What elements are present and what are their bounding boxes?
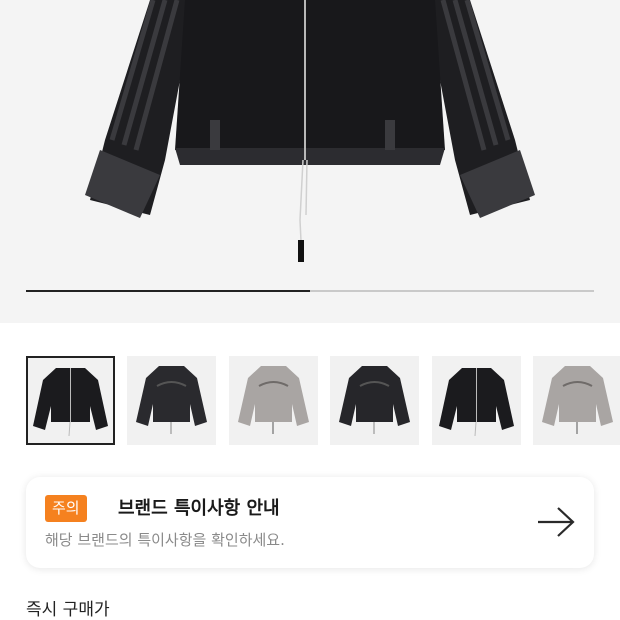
jacket-velour-black-front-icon <box>439 368 514 437</box>
jacket-black-back-icon <box>136 366 207 434</box>
thumbnail-strip <box>0 356 620 445</box>
notice-description: 해당 브랜드의 특이사항을 확인하세요. <box>45 531 285 549</box>
arrow-right-icon <box>538 507 575 537</box>
thumbnail-3[interactable] <box>229 356 318 445</box>
notice-title: 브랜드 특이사항 안내 <box>118 498 280 519</box>
jacket-black-back-icon <box>339 366 410 434</box>
jacket-grey-back-icon <box>238 366 309 434</box>
thumbnail-1[interactable] <box>26 356 115 445</box>
jacket-velour-black-front-icon <box>33 368 108 437</box>
product-main-image <box>85 0 535 263</box>
gallery-progress-bar <box>26 290 594 292</box>
thumbnail-4[interactable] <box>330 356 419 445</box>
brand-notice-card[interactable]: 주의 브랜드 특이사항 안내 해당 브랜드의 특이사항을 확인하세요. <box>26 477 594 568</box>
thumbnail-6[interactable] <box>533 356 620 445</box>
caution-badge: 주의 <box>45 495 87 522</box>
jacket-grey-back-icon <box>542 366 613 434</box>
thumbnail-5[interactable] <box>432 356 521 445</box>
instant-buy-price-label: 즉시 구매가 <box>26 600 110 620</box>
thumbnail-2[interactable] <box>127 356 216 445</box>
product-image-gallery[interactable] <box>0 0 620 323</box>
gallery-progress-fill <box>26 290 310 292</box>
